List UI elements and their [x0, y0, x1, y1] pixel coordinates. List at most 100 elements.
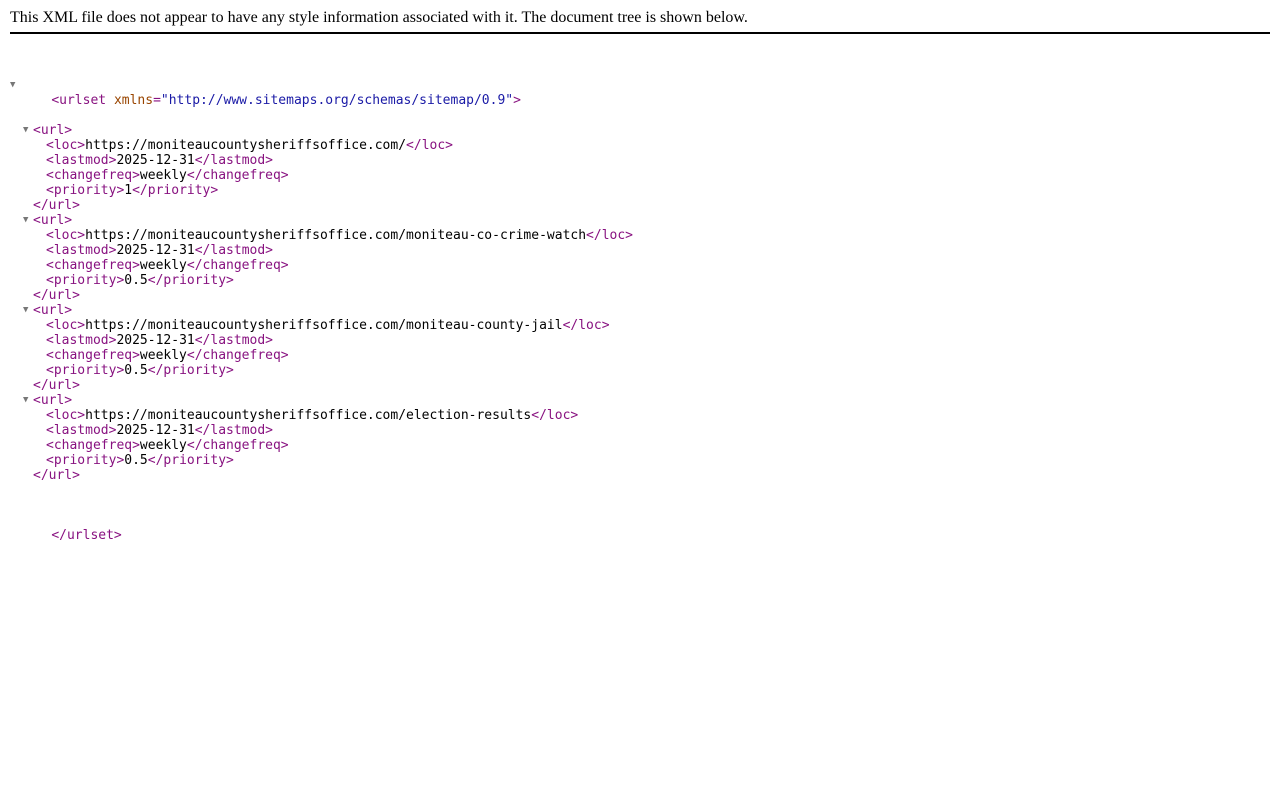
url-close-tag: </url> [33, 378, 80, 393]
url-close-line: </url> [10, 378, 633, 393]
priority-open-tag: <priority> [46, 273, 125, 288]
changefreq-value: weekly [139, 168, 187, 183]
xmlns-attribute-equals: = [153, 93, 161, 108]
urlset-open-line: ▼ <urlset xmlns="http://www.sitemaps.org/… [10, 78, 633, 108]
lastmod-line: <lastmod>2025-12-31</lastmod> [10, 153, 633, 168]
lastmod-line: <lastmod>2025-12-31</lastmod> [10, 423, 633, 438]
url-open-line: ▼ <url> [10, 303, 633, 318]
changefreq-line: <changefreq>weekly</changefreq> [10, 348, 633, 363]
collapse-toggle-icon[interactable]: ▼ [10, 78, 20, 93]
xml-document-tree: ▼ <urlset xmlns="http://www.sitemaps.org/… [10, 48, 633, 543]
lastmod-close-tag: </lastmod> [194, 333, 274, 348]
changefreq-value: weekly [139, 258, 187, 273]
url-open-tag: <url> [33, 393, 73, 408]
collapse-toggle-icon[interactable]: ▼ [23, 123, 33, 138]
priority-line: <priority>0.5</priority> [10, 363, 633, 378]
lastmod-line: <lastmod>2025-12-31</lastmod> [10, 243, 633, 258]
priority-line: <priority>1</priority> [10, 183, 633, 198]
url-open-line: ▼ <url> [10, 393, 633, 408]
priority-line: <priority>0.5</priority> [10, 273, 633, 288]
loc-line: <loc>https://moniteaucountysheriffsoffic… [10, 318, 633, 333]
loc-open-tag: <loc> [46, 138, 86, 153]
lastmod-open-tag: <lastmod> [46, 153, 117, 168]
loc-line: <loc>https://moniteaucountysheriffsoffic… [10, 138, 633, 153]
xml-style-notice-text: This XML file does not appear to have an… [10, 9, 748, 26]
xmlns-attribute-name: xmlns [113, 93, 154, 108]
url-open-tag: <url> [33, 303, 73, 318]
loc-value: https://moniteaucountysheriffsoffice.com… [85, 408, 532, 423]
url-entry: ▼ <url> <loc>https://moniteaucountysheriff… [10, 123, 633, 213]
lastmod-close-tag: </lastmod> [194, 243, 274, 258]
urlset-close-tag: </urlset> [51, 528, 122, 543]
url-open-tag: <url> [33, 123, 73, 138]
priority-close-tag: </priority> [147, 363, 234, 378]
priority-value: 0.5 [124, 273, 148, 288]
url-entry-list: ▼ <url> <loc>https://moniteaucountysheriff… [10, 123, 633, 483]
changefreq-close-tag: </changefreq> [186, 168, 289, 183]
url-open-line: ▼ <url> [10, 123, 633, 138]
priority-open-tag: <priority> [46, 363, 125, 378]
changefreq-line: <changefreq>weekly</changefreq> [10, 438, 633, 453]
loc-close-tag: </loc> [531, 408, 579, 423]
priority-line: <priority>0.5</priority> [10, 453, 633, 468]
loc-close-tag: </loc> [586, 228, 634, 243]
loc-value: https://moniteaucountysheriffsoffice.com… [85, 138, 407, 153]
lastmod-open-tag: <lastmod> [46, 333, 117, 348]
priority-value: 1 [124, 183, 133, 198]
priority-value: 0.5 [124, 453, 148, 468]
urlset-open-tag-end: > [513, 93, 521, 108]
lastmod-open-tag: <lastmod> [46, 423, 117, 438]
changefreq-open-tag: <changefreq> [46, 168, 140, 183]
priority-open-tag: <priority> [46, 183, 125, 198]
loc-value: https://moniteaucountysheriffsoffice.com… [85, 318, 563, 333]
collapse-toggle-icon[interactable]: ▼ [23, 303, 33, 318]
priority-close-tag: </priority> [147, 273, 234, 288]
changefreq-line: <changefreq>weekly</changefreq> [10, 168, 633, 183]
lastmod-value: 2025-12-31 [116, 333, 195, 348]
url-entry: ▼ <url> <loc>https://moniteaucountysheriff… [10, 213, 633, 303]
url-open-tag: <url> [33, 213, 73, 228]
priority-close-tag: </priority> [147, 453, 234, 468]
loc-line: <loc>https://moniteaucountysheriffsoffic… [10, 228, 633, 243]
loc-close-tag: </loc> [406, 138, 454, 153]
urlset-open-tag: <urlset [51, 93, 107, 108]
loc-close-tag: </loc> [562, 318, 610, 333]
url-entry: ▼ <url> <loc>https://moniteaucountysheriff… [10, 303, 633, 393]
changefreq-close-tag: </changefreq> [186, 258, 289, 273]
url-close-tag: </url> [33, 198, 80, 213]
lastmod-line: <lastmod>2025-12-31</lastmod> [10, 333, 633, 348]
priority-close-tag: </priority> [132, 183, 219, 198]
url-close-tag: </url> [33, 288, 80, 303]
changefreq-open-tag: <changefreq> [46, 438, 140, 453]
url-close-line: </url> [10, 198, 633, 213]
url-close-tag: </url> [33, 468, 80, 483]
changefreq-line: <changefreq>weekly</changefreq> [10, 258, 633, 273]
lastmod-close-tag: </lastmod> [194, 423, 274, 438]
loc-open-tag: <loc> [46, 228, 86, 243]
priority-open-tag: <priority> [46, 453, 125, 468]
loc-line: <loc>https://moniteaucountysheriffsoffic… [10, 408, 633, 423]
url-entry: ▼ <url> <loc>https://moniteaucountysheriff… [10, 393, 633, 483]
lastmod-value: 2025-12-31 [116, 243, 195, 258]
changefreq-open-tag: <changefreq> [46, 348, 140, 363]
collapse-toggle-icon[interactable]: ▼ [23, 393, 33, 408]
url-close-line: </url> [10, 288, 633, 303]
changefreq-open-tag: <changefreq> [46, 258, 140, 273]
xml-style-notice: This XML file does not appear to have an… [10, 9, 1270, 34]
changefreq-close-tag: </changefreq> [186, 438, 289, 453]
lastmod-value: 2025-12-31 [116, 423, 195, 438]
collapse-toggle-icon[interactable]: ▼ [23, 213, 33, 228]
lastmod-open-tag: <lastmod> [46, 243, 117, 258]
changefreq-value: weekly [139, 438, 187, 453]
url-open-line: ▼ <url> [10, 213, 633, 228]
urlset-close-line: </urlset> [10, 513, 633, 543]
loc-open-tag: <loc> [46, 408, 86, 423]
lastmod-close-tag: </lastmod> [194, 153, 274, 168]
url-close-line: </url> [10, 468, 633, 483]
priority-value: 0.5 [124, 363, 148, 378]
loc-open-tag: <loc> [46, 318, 86, 333]
changefreq-value: weekly [139, 348, 187, 363]
xmlns-attribute-value: "http://www.sitemaps.org/schemas/sitemap… [160, 93, 514, 108]
changefreq-close-tag: </changefreq> [186, 348, 289, 363]
loc-value: https://moniteaucountysheriffsoffice.com… [85, 228, 587, 243]
